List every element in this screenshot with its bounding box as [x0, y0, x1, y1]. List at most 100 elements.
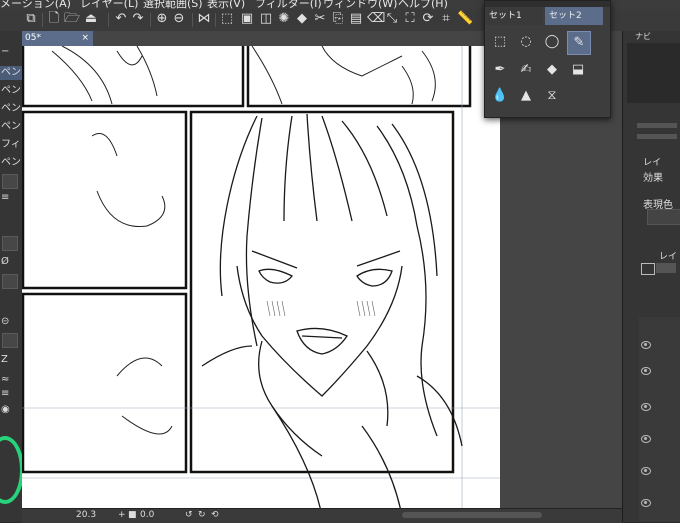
- blend-mode-icon[interactable]: [641, 263, 655, 275]
- rect-select-icon[interactable]: ⬚: [489, 31, 511, 53]
- transform-icon[interactable]: ⤡: [385, 12, 399, 26]
- zoom-out-icon[interactable]: ⊖: [172, 12, 186, 26]
- expand-selection-icon[interactable]: ✺: [277, 12, 291, 26]
- tool-option-icon[interactable]: ≈: [0, 373, 22, 387]
- toolbar-separator: [108, 13, 109, 27]
- pen-icon[interactable]: ✒: [489, 59, 511, 81]
- export-icon[interactable]: ⏏: [84, 12, 98, 26]
- status-bar: 20.3 + ■ 0.0 ↺ ↻ ⟲: [22, 508, 622, 523]
- toolbar-separator: [192, 13, 193, 27]
- fill-icon[interactable]: ◆: [541, 59, 563, 81]
- option-icon[interactable]: ⊝: [0, 315, 22, 329]
- rotate-icon[interactable]: ⟳: [421, 12, 435, 26]
- undo-icon[interactable]: ↶: [114, 12, 128, 26]
- brush-density-field[interactable]: [2, 274, 18, 289]
- blend-mode-dropdown[interactable]: [656, 263, 676, 273]
- snap-icon[interactable]: ⌗: [439, 12, 453, 26]
- horizontal-scrollbar[interactable]: [402, 512, 542, 518]
- tab-set1[interactable]: セット1: [485, 7, 543, 25]
- subtool-pen-3[interactable]: ペン: [0, 102, 22, 116]
- subtool-pen-4[interactable]: ペン: [0, 120, 22, 134]
- app-icon[interactable]: ⧉: [24, 12, 38, 26]
- select-all-icon[interactable]: ⬚: [220, 12, 234, 26]
- eye-icon[interactable]: [641, 367, 651, 375]
- hourglass-icon[interactable]: ⧖: [541, 85, 563, 107]
- ruler-icon[interactable]: 📏: [457, 12, 473, 26]
- menu-animation[interactable]: メーション(A): [0, 0, 71, 9]
- tab-layer-property[interactable]: レイ: [643, 155, 661, 168]
- effect-label: 効果: [643, 173, 663, 184]
- toolbar-separator: [42, 13, 43, 27]
- deselect-icon[interactable]: ▣: [240, 12, 254, 26]
- tab-navigator[interactable]: ナビ: [635, 31, 651, 42]
- tool-strip-glyph[interactable]: −: [0, 45, 22, 59]
- menu-help[interactable]: ヘルプ(H): [398, 0, 448, 9]
- color-wheel[interactable]: [0, 436, 24, 504]
- navigator-zoom-slider[interactable]: [637, 123, 677, 128]
- fit-icon[interactable]: ■: [128, 510, 137, 520]
- tab-set2[interactable]: セット2: [545, 7, 603, 25]
- reset-rotation-icon[interactable]: ⟲: [211, 510, 219, 520]
- tab-layers[interactable]: レイ: [659, 249, 677, 262]
- flip-icon[interactable]: ⋈: [197, 12, 211, 26]
- expression-color-dropdown[interactable]: [647, 209, 680, 225]
- tool-option-icon[interactable]: ◉: [0, 403, 22, 417]
- rotate-right-icon[interactable]: ↻: [198, 510, 206, 520]
- redo-icon[interactable]: ↷: [131, 12, 145, 26]
- open-folder-icon[interactable]: 🗁: [64, 12, 80, 26]
- menu-window[interactable]: ウィンドウ(W): [323, 0, 397, 9]
- paste-icon[interactable]: ▤: [349, 12, 363, 26]
- new-file-icon[interactable]: 🗋: [47, 12, 61, 26]
- toolbar-separator: [215, 13, 216, 27]
- zoom-value[interactable]: 20.3: [76, 510, 96, 520]
- eye-icon[interactable]: [641, 403, 651, 411]
- zoom-in-icon[interactable]: ⊕: [155, 12, 169, 26]
- eye-icon[interactable]: [641, 499, 651, 507]
- right-panel: ナビ レイ 効果 表現色 レイ: [622, 31, 680, 522]
- cut-icon[interactable]: ✂: [313, 12, 327, 26]
- copy-subtool-icon[interactable]: [2, 174, 18, 189]
- navigator-rotate-slider[interactable]: [637, 134, 677, 139]
- manga-page[interactable]: [22, 31, 500, 517]
- zoom-in-button[interactable]: +: [118, 510, 126, 520]
- subtool-fill[interactable]: フィ: [0, 138, 22, 152]
- rotate-left-icon[interactable]: ↺: [185, 510, 193, 520]
- eye-icon[interactable]: [641, 341, 651, 349]
- stabilizer-icon[interactable]: Ø: [0, 255, 22, 269]
- tool-option-icon[interactable]: ≡: [0, 387, 22, 401]
- lasso-icon[interactable]: ◯: [541, 31, 563, 53]
- subtool-pen-5[interactable]: ペン: [0, 156, 22, 170]
- clear-icon[interactable]: ⌫: [367, 12, 385, 26]
- drops-icon[interactable]: 💧: [489, 85, 511, 107]
- document-tab[interactable]: 05* ×: [22, 31, 93, 46]
- tool-property-strip: − ペン ペン ペン ペン フィ ペン ≡ Ø ⊝ Z ≈ ≡ ◉: [0, 31, 24, 522]
- rotation-value[interactable]: 0.0: [140, 510, 154, 520]
- option-dropdown[interactable]: [2, 333, 18, 348]
- pen-icon[interactable]: ≡: [0, 191, 22, 205]
- menu-view[interactable]: 表示(V): [207, 0, 245, 9]
- subtool-window: セット1 セット2 ⬚ ◌ ◯ ✎ ✒ ✍ ◆ ⬓ 💧 ▲ ⧖: [484, 0, 611, 118]
- subtool-pen-1[interactable]: ペン: [0, 66, 22, 80]
- brush-size-field[interactable]: [2, 236, 18, 251]
- tool-option-icon[interactable]: Z: [0, 353, 22, 367]
- close-tab-icon[interactable]: ×: [81, 31, 89, 46]
- toolbar-separator: [150, 13, 151, 27]
- fill-selection-icon[interactable]: ◆: [295, 12, 309, 26]
- invert-selection-icon[interactable]: ◫: [259, 12, 273, 26]
- scale-icon[interactable]: ⛶: [403, 12, 417, 26]
- subtool-pen-2[interactable]: ペン: [0, 84, 22, 98]
- menu-filter[interactable]: フィルター(I): [255, 0, 322, 9]
- copy-icon[interactable]: ⎘: [331, 12, 345, 26]
- eye-icon[interactable]: [641, 435, 651, 443]
- eraser-icon[interactable]: ⬓: [567, 59, 589, 81]
- drop-dark-icon[interactable]: ▲: [515, 85, 537, 107]
- pen-selection-icon[interactable]: ✎: [567, 31, 591, 55]
- lasso-dotted-icon[interactable]: ◌: [515, 31, 537, 53]
- brush-icon[interactable]: ✍: [515, 59, 537, 81]
- menu-selection[interactable]: 選択範囲(S): [143, 0, 203, 9]
- menu-layer[interactable]: レイヤー(L): [80, 0, 138, 9]
- eye-icon[interactable]: [641, 467, 651, 475]
- document-tab-label: 05*: [25, 33, 41, 43]
- manga-sketch: [22, 31, 500, 517]
- navigator-preview: [627, 43, 680, 103]
